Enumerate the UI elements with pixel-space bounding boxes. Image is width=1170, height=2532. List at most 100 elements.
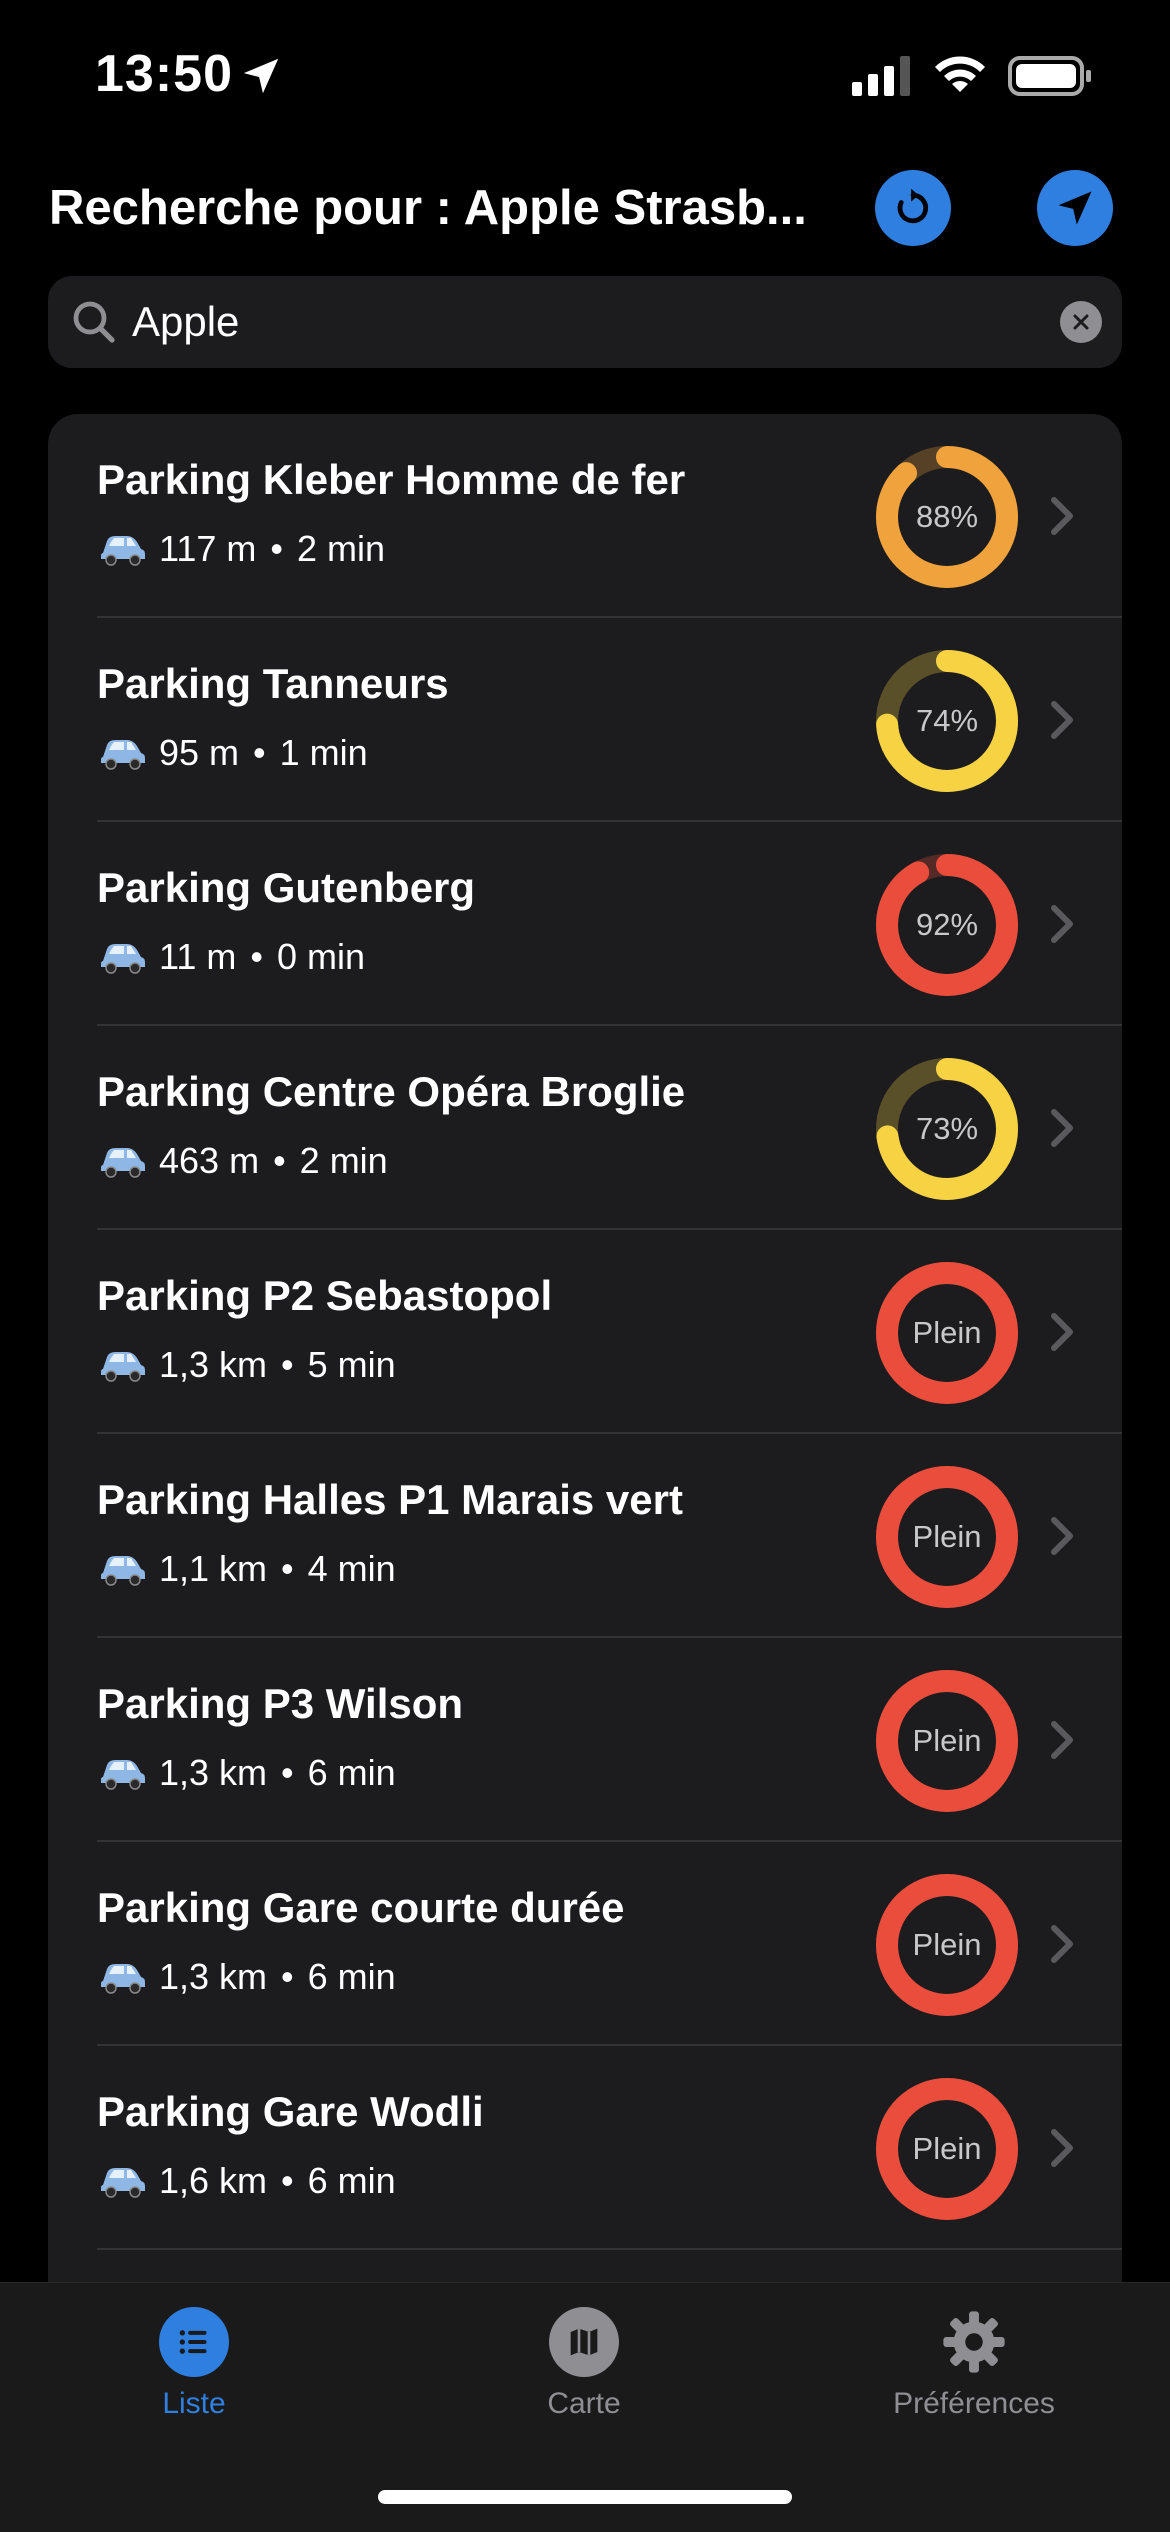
occupancy-label: Plein: [912, 1315, 982, 1350]
separator-dot: •: [281, 2160, 294, 2201]
parking-list: Parking Kleber Homme de fer 117 m • 2 mi…: [48, 414, 1122, 2314]
parking-row[interactable]: Parking P2 Sebastopol 1,3 km • 5 min Ple…: [48, 1230, 1122, 1434]
occupancy-label: Plein: [912, 1723, 982, 1758]
occupancy-label: Plein: [912, 1927, 982, 1962]
parking-name: Parking Gare Wodli: [97, 2088, 484, 2135]
page-title: Recherche pour : Apple Strasb...: [49, 181, 807, 235]
chevron-right-icon: [1051, 1517, 1073, 1555]
clear-search-button[interactable]: [1060, 301, 1102, 343]
parking-route-info: 1,3 km • 6 min: [97, 1954, 396, 2000]
car-icon: [101, 944, 145, 974]
separator-dot: •: [281, 1752, 294, 1793]
separator-dot: •: [281, 1548, 294, 1589]
locate-button[interactable]: [1037, 170, 1113, 246]
close-icon: [1073, 314, 1089, 330]
distance-text: 1,6 km: [159, 2160, 268, 2201]
occupancy-label: 88%: [915, 499, 979, 534]
list-icon: [159, 2307, 229, 2377]
distance-text: 1,1 km: [159, 1548, 268, 1589]
parking-route-info: 1,3 km • 5 min: [97, 1342, 396, 1388]
parking-name: Parking P2 Sebastopol: [97, 1272, 553, 1319]
distance-text: 117 m: [159, 528, 257, 569]
parking-name: Parking Gutenberg: [97, 864, 476, 911]
parking-route-info: 11 m • 0 min: [97, 934, 365, 980]
chevron-right-icon: [1051, 1109, 1073, 1147]
duration-text: 4 min: [307, 1548, 396, 1589]
tab-label: Préférences: [893, 2387, 1055, 2420]
chevron-right-icon: [1051, 1925, 1073, 1963]
parking-row[interactable]: Parking Gare courte durée 1,3 km • 6 min…: [48, 1842, 1122, 2046]
parking-route-info: 463 m • 2 min: [97, 1138, 388, 1184]
chevron-right-icon: [1051, 2129, 1073, 2167]
car-icon: [101, 740, 145, 770]
status-bar: 13:50: [0, 0, 1170, 150]
separator-dot: •: [281, 1344, 294, 1385]
chevron-right-icon: [1051, 905, 1073, 943]
refresh-icon: [897, 188, 929, 224]
row-divider: [97, 2248, 1122, 2250]
distance-text: 11 m: [159, 936, 237, 977]
occupancy-label: Plein: [912, 2131, 982, 2166]
parking-row[interactable]: Parking Gutenberg 11 m • 0 min 92%: [48, 822, 1122, 1026]
tab-carte[interactable]: Carte: [434, 2307, 734, 2447]
chevron-right-icon: [1051, 497, 1073, 535]
parking-route-info: 1,3 km • 6 min: [97, 1750, 396, 1796]
separator-dot: •: [250, 936, 263, 977]
car-icon: [101, 1352, 145, 1382]
duration-text: 6 min: [307, 1956, 396, 1997]
parking-route-info: 1,6 km • 6 min: [97, 2158, 396, 2204]
screen: 13:50 Recherche pour : Apple Strasb... A…: [0, 0, 1170, 2532]
chevron-right-icon: [1051, 1721, 1073, 1759]
parking-name: Parking Kleber Homme de fer: [97, 456, 686, 503]
search-input[interactable]: [132, 276, 1032, 368]
parking-row[interactable]: Parking Halles P1 Marais vert 1,1 km • 4…: [48, 1434, 1122, 1638]
parking-row[interactable]: Parking Gare Wodli 1,6 km • 6 min Plein: [48, 2046, 1122, 2250]
search-icon: [73, 301, 115, 343]
car-icon: [101, 1148, 145, 1178]
occupancy-label: 73%: [915, 1111, 979, 1146]
duration-text: 0 min: [276, 936, 366, 977]
car-icon: [101, 2168, 145, 2198]
separator-dot: •: [270, 528, 283, 569]
parking-route-info: 95 m • 1 min: [97, 730, 368, 776]
parking-name: Parking Centre Opéra Broglie: [97, 1068, 686, 1115]
parking-route-info: 117 m • 2 min: [97, 526, 385, 572]
search-bar[interactable]: [48, 276, 1122, 368]
car-icon: [101, 1964, 145, 1994]
parking-row[interactable]: Parking P3 Wilson 1,3 km • 6 min Plein: [48, 1638, 1122, 1842]
distance-text: 1,3 km: [159, 1344, 268, 1385]
chevron-right-icon: [1051, 1313, 1073, 1351]
parking-route-info: 1,1 km • 4 min: [97, 1546, 396, 1592]
parking-row[interactable]: Parking Tanneurs 95 m • 1 min 74%: [48, 618, 1122, 822]
parking-name: Parking P3 Wilson: [97, 1680, 464, 1727]
duration-text: 6 min: [307, 1752, 396, 1793]
refresh-button[interactable]: [875, 170, 951, 246]
car-icon: [101, 1760, 145, 1790]
chevron-right-icon: [1051, 701, 1073, 739]
duration-text: 2 min: [299, 1140, 388, 1181]
home-indicator: [378, 2490, 792, 2504]
location-arrow-icon: [1058, 191, 1092, 225]
car-icon: [101, 536, 145, 566]
tab-label: Carte: [547, 2387, 621, 2420]
occupancy-label: 92%: [915, 907, 979, 942]
location-arrow-icon: [243, 58, 279, 94]
car-icon: [101, 1556, 145, 1586]
cellular-signal-icon: [852, 56, 910, 96]
tab-label: Liste: [162, 2387, 226, 2420]
battery-icon: [1008, 56, 1091, 96]
separator-dot: •: [281, 1956, 294, 1997]
parking-name: Parking Halles P1 Marais vert: [97, 1476, 683, 1523]
parking-name: Parking Gare courte durée: [97, 1884, 625, 1931]
parking-row[interactable]: Parking Kleber Homme de fer 117 m • 2 mi…: [48, 414, 1122, 618]
gear-icon: [939, 2307, 1009, 2377]
duration-text: 2 min: [297, 528, 386, 569]
parking-name: Parking Tanneurs: [97, 660, 449, 707]
wifi-icon: [935, 56, 985, 92]
tab-liste[interactable]: Liste: [44, 2307, 344, 2447]
duration-text: 5 min: [307, 1344, 396, 1385]
separator-dot: •: [273, 1140, 286, 1181]
distance-text: 95 m: [159, 732, 240, 773]
tab-preferences[interactable]: Préférences: [824, 2307, 1124, 2447]
parking-row[interactable]: Parking Centre Opéra Broglie 463 m • 2 m…: [48, 1026, 1122, 1230]
